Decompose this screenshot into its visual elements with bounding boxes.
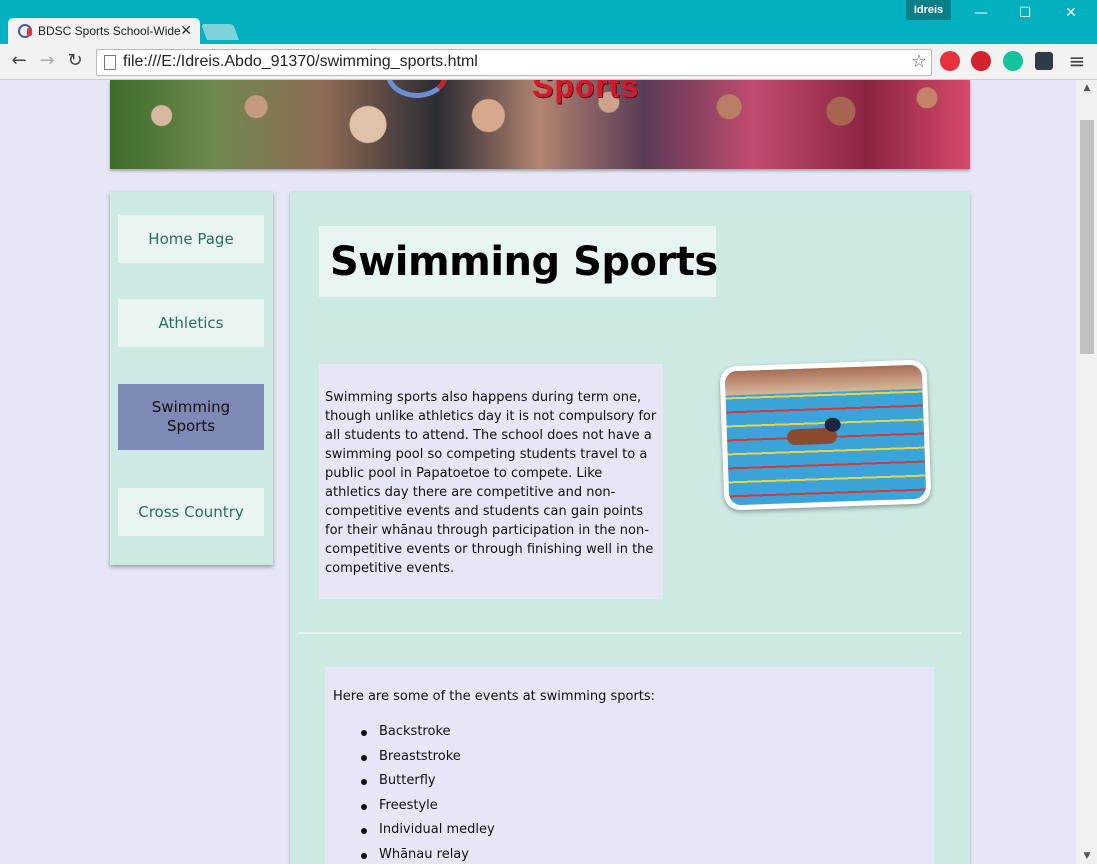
tab-close-icon[interactable]: ✕ [180, 22, 192, 39]
reload-icon[interactable]: ↻ [64, 50, 86, 72]
banner-brand-text: Sports [532, 80, 640, 104]
opera-extension-icon[interactable] [940, 51, 960, 71]
profile-button[interactable]: Idreis [906, 0, 951, 20]
back-icon[interactable]: ← [8, 50, 30, 72]
sidebar-item-home[interactable]: Home Page [118, 215, 264, 263]
new-tab-button[interactable] [201, 24, 239, 40]
page-icon [104, 55, 116, 70]
list-item: Whānau relay [361, 843, 926, 864]
puzzle-extension-icon[interactable] [1035, 52, 1053, 70]
list-item: Backstroke [361, 720, 926, 745]
list-item: Breaststroke [361, 745, 926, 770]
list-item: Freestyle [361, 794, 926, 819]
forward-icon[interactable]: → [36, 50, 58, 72]
maximize-button[interactable]: ☐ [1003, 2, 1047, 24]
section-divider [299, 632, 961, 634]
events-list: Backstroke Breaststroke Butterfly Freest… [333, 720, 926, 864]
address-bar[interactable]: file:///E:/Idreis.Abdo_91370/swimming_sp… [96, 49, 932, 76]
bookmark-star-icon[interactable]: ☆ [911, 51, 927, 72]
browser-toolbar: ← → ↻ file:///E:/Idreis.Abdo_91370/swimm… [0, 44, 1097, 80]
main-content: Swimming Sports Swimming sports also hap… [290, 192, 970, 864]
page-title: Swimming Sports [330, 239, 718, 285]
tab-title: BDSC Sports School-Wide [38, 24, 181, 38]
browser-tab[interactable]: BDSC Sports School-Wide ✕ [8, 18, 200, 44]
page-title-box: Swimming Sports [319, 226, 718, 297]
pool-image [724, 364, 927, 506]
header-banner-image: Sports [110, 80, 970, 169]
close-window-button[interactable]: ✕ [1049, 2, 1093, 24]
url-text[interactable]: file:///E:/Idreis.Abdo_91370/swimming_sp… [123, 53, 478, 71]
list-item: Individual medley [361, 818, 926, 843]
scroll-thumb[interactable] [1080, 120, 1094, 354]
list-item: Butterfly [361, 769, 926, 794]
sidebar-item-cross-country[interactable]: Cross Country [118, 488, 264, 536]
browser-titlebar: BDSC Sports School-Wide ✕ Idreis — ☐ ✕ [0, 0, 1097, 44]
sidebar-nav: Home Page Athletics Swimming Sports Cros… [110, 192, 273, 565]
events-intro: Here are some of the events at swimming … [333, 689, 656, 704]
events-section: Here are some of the events at swimming … [325, 667, 934, 864]
scroll-up-icon[interactable]: ▲ [1077, 80, 1097, 96]
swimmer-photo [719, 359, 932, 511]
minimize-button[interactable]: — [959, 2, 1003, 24]
sidebar-item-swimming-sports[interactable]: Swimming Sports [118, 384, 264, 450]
sidebar-item-athletics[interactable]: Athletics [118, 299, 264, 347]
scroll-down-icon[interactable]: ▼ [1077, 848, 1097, 864]
lastpass-extension-icon[interactable] [971, 51, 991, 71]
site-favicon-icon [18, 24, 32, 38]
intro-paragraph: Swimming sports also happens during term… [319, 364, 663, 599]
page-scrollbar[interactable]: ▲ ▼ [1077, 80, 1097, 864]
menu-icon[interactable]: ≡ [1066, 50, 1088, 72]
grammarly-extension-icon[interactable] [1003, 51, 1023, 71]
